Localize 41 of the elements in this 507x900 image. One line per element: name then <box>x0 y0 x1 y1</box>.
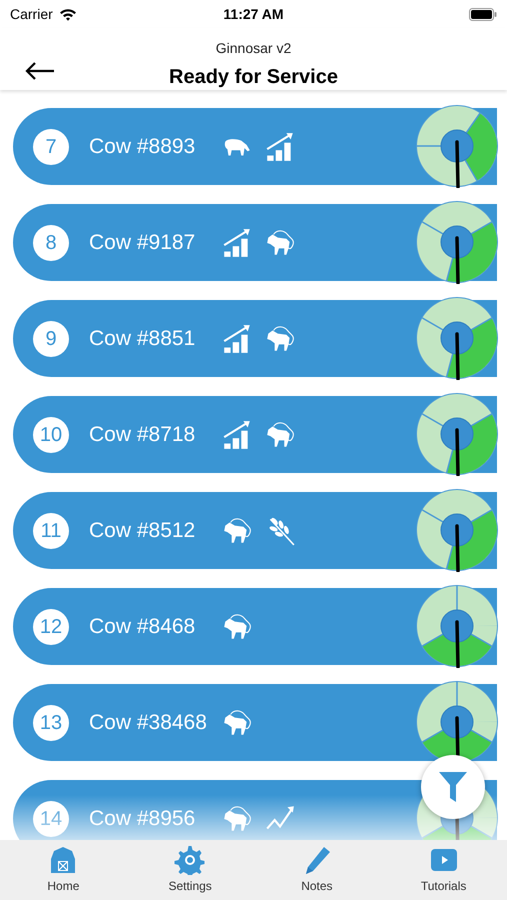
cow-list-item[interactable]: 13 Cow #38468 <box>13 684 497 761</box>
cow-name: Cow #8718 <box>89 422 196 448</box>
carrier-label: Carrier <box>10 4 53 24</box>
cow-name: Cow #38468 <box>89 710 208 736</box>
position-badge: 9 <box>33 320 69 356</box>
app-subtitle: Ginnosar v2 <box>216 39 292 58</box>
cow-name: Cow #9187 <box>89 230 196 256</box>
cow-list-item[interactable]: 9 Cow #8851 <box>13 300 497 377</box>
growth-chart-icon <box>221 226 253 258</box>
position-badge: 13 <box>33 704 69 740</box>
growth-chart-icon <box>264 130 296 162</box>
cow-list-item[interactable]: 11 Cow #8512 <box>13 492 497 569</box>
back-arrow-icon[interactable] <box>25 62 55 80</box>
cow-list-item[interactable]: 12 Cow #8468 <box>13 588 497 665</box>
tab-bar-item[interactable]: Home <box>0 845 127 895</box>
tab-bar-item[interactable]: Settings <box>126 845 254 895</box>
position-badge: 10 <box>33 416 69 452</box>
battery-icon <box>469 8 497 20</box>
cow-name: Cow #8512 <box>89 518 196 544</box>
position-badge: 12 <box>33 608 69 644</box>
position-badge: 8 <box>33 224 69 260</box>
position-badge: 14 <box>33 800 69 836</box>
growth-chart-icon <box>221 322 253 354</box>
cow-name: Cow #8956 <box>89 806 196 832</box>
filter-icon <box>438 771 468 803</box>
cow-name: Cow #8893 <box>89 134 196 160</box>
position-badge: 11 <box>33 512 69 548</box>
cow-name: Cow #8851 <box>89 326 196 352</box>
cow-list-item[interactable]: 7 Cow #8893 <box>13 108 497 185</box>
cow-name: Cow #8468 <box>89 614 196 640</box>
page-title: Ready for Service <box>169 65 338 90</box>
cow-list-item[interactable]: 10 Cow #8718 <box>13 396 497 473</box>
clock-time: 11:27 AM <box>223 4 284 24</box>
cow-list-item[interactable]: 14 Cow #8956 <box>13 780 497 840</box>
growth-chart-icon <box>221 418 253 450</box>
tab-bar-item[interactable]: Tutorials <box>380 845 507 895</box>
gear-icon <box>174 845 206 875</box>
tab-bar-item[interactable]: Notes <box>254 845 380 895</box>
cow-list-item[interactable]: 8 Cow #9187 <box>13 204 497 281</box>
wifi-icon <box>58 8 77 20</box>
position-badge: 7 <box>33 128 69 164</box>
